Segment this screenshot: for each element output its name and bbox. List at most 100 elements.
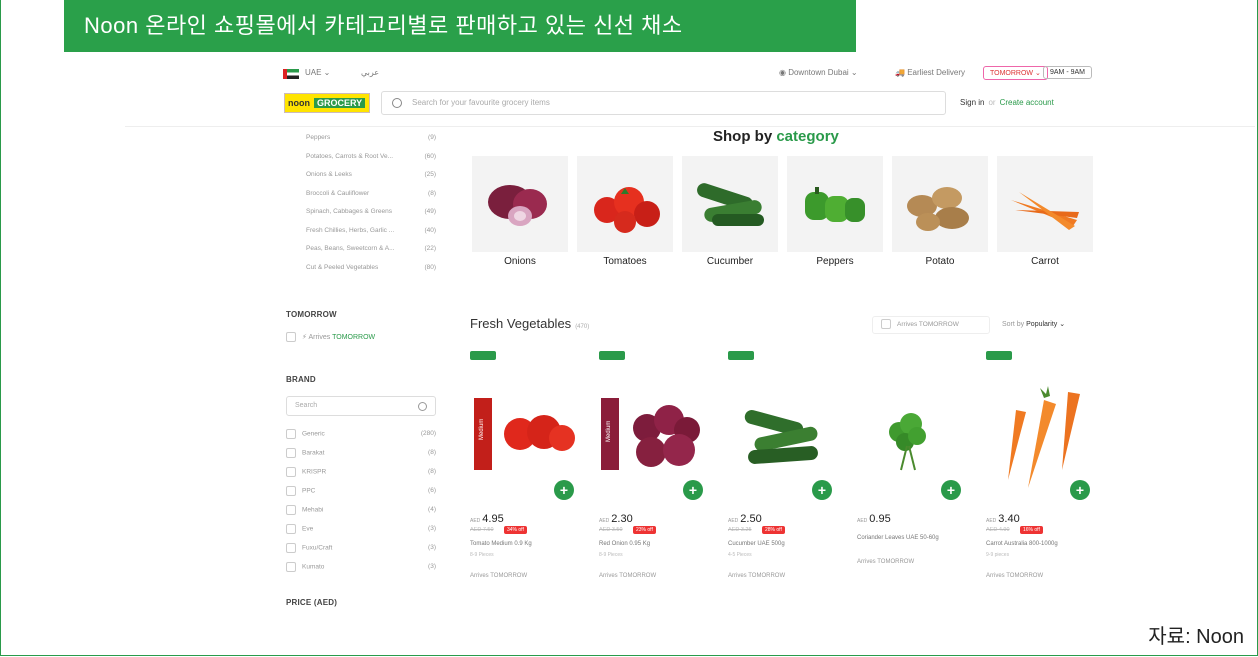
- old-price: AED 3.25: [728, 527, 752, 533]
- logo-sub: GROCERY: [314, 98, 366, 108]
- product-name[interactable]: Carrot Australia 800-1000g: [986, 541, 1104, 547]
- bestseller-tag: [470, 351, 496, 360]
- bolt-icon: ⚡: [302, 333, 307, 341]
- add-to-cart-button[interactable]: +: [554, 480, 574, 500]
- price-filter-title: PRICE (AED): [286, 598, 338, 607]
- old-price: AED 4.90: [986, 527, 1010, 533]
- shop-by-category-title: Shop by category: [713, 128, 839, 145]
- cucumber-product-image: [744, 410, 818, 464]
- banner-caption: Noon 온라인 쇼핑몰에서 카테고리별로 판매하고 있는 신선 채소: [64, 0, 856, 52]
- or-text: or: [988, 98, 996, 107]
- arrives-label: Arrives TOMORROW: [470, 573, 528, 579]
- add-to-cart-button[interactable]: +: [1070, 480, 1090, 500]
- brand-search-input[interactable]: Search: [286, 396, 436, 416]
- category-tile-peppers[interactable]: [787, 156, 883, 252]
- arrives-label: Arrives TOMORROW: [599, 573, 657, 579]
- product-card[interactable]: + AED 2.50 AED 3.25 28% off Cucumber UAE …: [728, 345, 846, 590]
- noon-grocery-logo[interactable]: noon GROCERY: [284, 93, 370, 113]
- logo-main: noon: [288, 98, 310, 108]
- checkbox[interactable]: [286, 332, 296, 342]
- checkbox[interactable]: [881, 319, 891, 330]
- source-note: 자료: Noon: [1148, 626, 1244, 648]
- category-tile-onions[interactable]: [472, 156, 568, 252]
- subcategory-item[interactable]: Fresh Chillies, Herbs, Garlic ... (40): [306, 227, 436, 246]
- add-to-cart-button[interactable]: +: [941, 480, 961, 500]
- category-label[interactable]: Onions: [472, 256, 568, 267]
- subcategory-item[interactable]: Peppers (9): [306, 134, 436, 153]
- product-count: 8-9 Pieces: [470, 552, 494, 558]
- product-count: 9-9 pieces: [986, 552, 1010, 558]
- language-switch[interactable]: عربي: [361, 68, 379, 77]
- discount-badge: 34% off: [504, 526, 527, 534]
- account-links: Sign in or Create account: [960, 98, 1054, 107]
- brand-option[interactable]: KRISPR (8): [286, 462, 436, 481]
- country-selector[interactable]: UAE ⌄: [305, 68, 330, 77]
- product-name[interactable]: Red Onion 0.95 Kg: [599, 541, 717, 547]
- product-price: AED 2.50: [728, 513, 762, 525]
- brand-option[interactable]: Barakat (8): [286, 443, 436, 462]
- subcategory-list: Peppers (9) Potatoes, Carrots & Root Ve..…: [306, 134, 436, 282]
- create-account-link[interactable]: Create account: [1000, 98, 1054, 107]
- product-price: AED 0.95: [857, 513, 891, 525]
- product-card[interactable]: + AED 0.95 Coriander Leaves UAE 50-60g Ar…: [857, 345, 975, 590]
- product-name[interactable]: Cucumber UAE 500g: [728, 541, 846, 547]
- discount-badge: 28% off: [762, 526, 785, 534]
- category-tile-cucumber[interactable]: [682, 156, 778, 252]
- subcategory-item[interactable]: Spinach, Cabbages & Greens (49): [306, 208, 436, 227]
- category-label[interactable]: Tomatoes: [577, 256, 673, 267]
- add-to-cart-button[interactable]: +: [812, 480, 832, 500]
- search-placeholder: Search for your favourite grocery items: [412, 98, 550, 107]
- brand-list: Generic (280) Barakat (8) KRISPR (8) PPC (6)…: [286, 424, 436, 576]
- category-label[interactable]: Cucumber: [682, 256, 778, 267]
- search-input[interactable]: Search for your favourite grocery items: [381, 91, 946, 115]
- delivery-day-dropdown[interactable]: TOMORROW ⌄: [983, 66, 1048, 80]
- bestseller-tag: [728, 351, 754, 360]
- product-name[interactable]: Tomato Medium 0.9 Kg: [470, 541, 588, 547]
- product-name[interactable]: Coriander Leaves UAE 50-60g: [857, 535, 975, 541]
- add-to-cart-button[interactable]: +: [683, 480, 703, 500]
- sign-in-link[interactable]: Sign in: [960, 98, 984, 107]
- category-tile-potato[interactable]: [892, 156, 988, 252]
- arrives-tomorrow-toggle[interactable]: Arrives TOMORROW: [872, 316, 990, 334]
- svg-text:Medium: Medium: [606, 421, 612, 442]
- bestseller-tag: [599, 351, 625, 360]
- category-label[interactable]: Peppers: [787, 256, 883, 267]
- category-label[interactable]: Carrot: [997, 256, 1093, 267]
- subcategory-item[interactable]: Peas, Beans, Sweetcorn & A... (22): [306, 245, 436, 264]
- brand-option[interactable]: Mehabi (4): [286, 500, 436, 519]
- brand-option[interactable]: Eve (3): [286, 519, 436, 538]
- listing-title: Fresh Vegetables (470): [470, 316, 590, 331]
- arrives-tomorrow-filter[interactable]: ⚡ Arrives TOMORROW: [286, 332, 375, 342]
- truck-icon: 🚚: [895, 68, 905, 77]
- product-price: AED 4.95: [470, 513, 504, 525]
- cucumber-image: [697, 183, 764, 226]
- subcategory-item[interactable]: Broccoli & Cauliflower (8): [306, 190, 436, 209]
- category-tile-tomatoes[interactable]: [577, 156, 673, 252]
- product-count: 4-5 Pieces: [728, 552, 752, 558]
- search-icon: [392, 98, 402, 108]
- category-label[interactable]: Potato: [892, 256, 988, 267]
- brand-option[interactable]: Kumato (3): [286, 557, 436, 576]
- location-selector[interactable]: ◉ Downtown Dubai ⌄: [779, 68, 858, 77]
- product-card[interactable]: Medium + AED 4.95 AED 7.50 34% off Tomato…: [470, 345, 588, 590]
- delivery-text: Earliest Delivery: [907, 68, 965, 77]
- arrives-label: Arrives TOMORROW: [728, 573, 786, 579]
- bestseller-tag: [986, 351, 1012, 360]
- search-icon: [418, 402, 427, 411]
- category-tile-carrot[interactable]: [997, 156, 1093, 252]
- pepper-image: [805, 187, 865, 222]
- product-card[interactable]: + AED 3.40 AED 4.90 16% off Carrot Austra…: [986, 345, 1104, 590]
- onion-product-image: Medium: [601, 398, 700, 470]
- brand-option[interactable]: Fuxu/Craft (3): [286, 538, 436, 557]
- header-divider: [125, 126, 1255, 127]
- subcategory-item[interactable]: Onions & Leeks (25): [306, 171, 436, 190]
- subcategory-item[interactable]: Cut & Peeled Vegetables (80): [306, 264, 436, 283]
- product-card[interactable]: Medium + AED 2.30 AED 3.50 23% off Red On…: [599, 345, 717, 590]
- subcategory-item[interactable]: Potatoes, Carrots & Root Ve... (60): [306, 153, 436, 172]
- top-bar: UAE ⌄ عربي ◉ Downtown Dubai ⌄ 🚚 Earliest…: [283, 64, 1093, 84]
- brand-option[interactable]: Generic (280): [286, 424, 436, 443]
- delivery-time-slot[interactable]: 9AM - 9AM: [1043, 66, 1093, 79]
- brand-option[interactable]: PPC (6): [286, 481, 436, 500]
- sort-dropdown[interactable]: Sort by Popularity ⌄: [1002, 320, 1065, 328]
- potato-image: [907, 187, 969, 231]
